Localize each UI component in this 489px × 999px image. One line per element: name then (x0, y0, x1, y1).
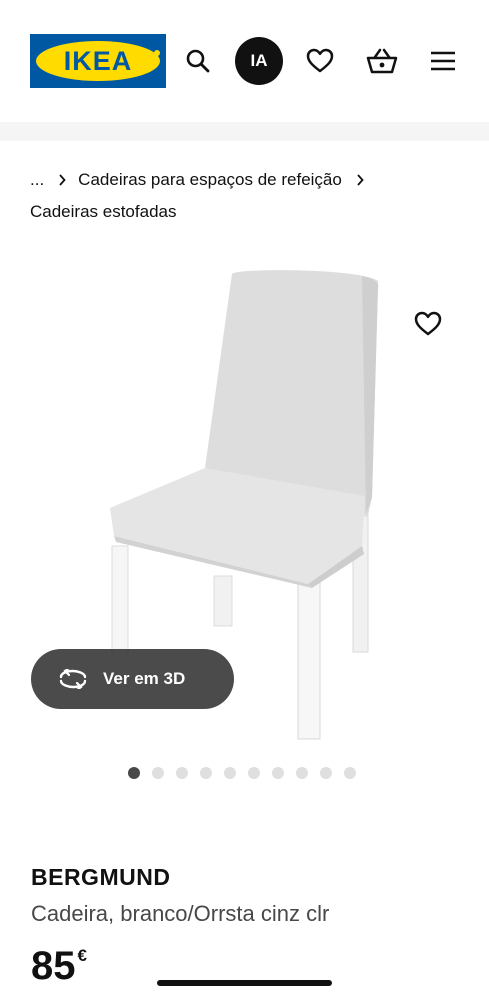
basket-button[interactable] (358, 37, 406, 85)
header-divider (0, 122, 489, 141)
view-in-3d-label: Ver em 3D (103, 669, 186, 688)
gallery-dot[interactable] (272, 767, 284, 779)
chevron-right-icon (356, 174, 364, 186)
add-to-favourites-button[interactable] (406, 302, 450, 346)
product-description: Cadeira, branco/Orrsta cinz clr (31, 901, 330, 926)
gallery-dot[interactable] (200, 767, 212, 779)
price-currency: € (77, 946, 87, 965)
gallery-dot[interactable] (344, 767, 356, 779)
chevron-right-icon (58, 174, 66, 186)
search-button[interactable] (174, 37, 222, 85)
gallery-dot[interactable] (224, 767, 236, 779)
menu-button[interactable] (419, 37, 467, 85)
gallery-dot[interactable] (152, 767, 164, 779)
breadcrumb-item-dining-chairs[interactable]: Cadeiras para espaços de refeição (78, 164, 342, 196)
header: IKEA IA (0, 0, 489, 122)
ikea-logo[interactable]: IKEA (30, 34, 166, 88)
ia-button[interactable]: IA (235, 37, 283, 85)
search-icon (186, 49, 210, 73)
gallery-pagination (128, 767, 356, 779)
breadcrumb: ... Cadeiras para espaços de refeição Ca… (30, 164, 470, 228)
gallery-dot[interactable] (128, 767, 140, 779)
logo-text: IKEA (63, 45, 133, 76)
heart-icon (306, 48, 334, 73)
gallery-dot[interactable] (296, 767, 308, 779)
breadcrumb-row: Cadeiras estofadas (30, 196, 470, 228)
gallery-dot[interactable] (248, 767, 260, 779)
price-value: 85 (31, 944, 76, 988)
registered-mark (154, 50, 160, 56)
favourites-button[interactable] (296, 37, 344, 85)
gallery-dot[interactable] (320, 767, 332, 779)
gallery-dot[interactable] (176, 767, 188, 779)
product-name: BERGMUND (31, 864, 171, 890)
ia-label: IA (250, 51, 268, 70)
breadcrumb-row: ... Cadeiras para espaços de refeição (30, 164, 470, 196)
product-price: 85 € (31, 942, 87, 990)
home-indicator[interactable] (157, 980, 332, 986)
breadcrumb-item-upholstered-chairs[interactable]: Cadeiras estofadas (30, 196, 176, 228)
menu-icon (431, 51, 455, 71)
breadcrumb-ellipsis[interactable]: ... (30, 164, 44, 196)
heart-icon (414, 311, 442, 336)
view-in-3d-button[interactable]: Ver em 3D (31, 649, 234, 709)
rotate-3d-icon (59, 669, 87, 689)
basket-icon (366, 48, 398, 74)
logo-oval: IKEA (36, 41, 160, 81)
